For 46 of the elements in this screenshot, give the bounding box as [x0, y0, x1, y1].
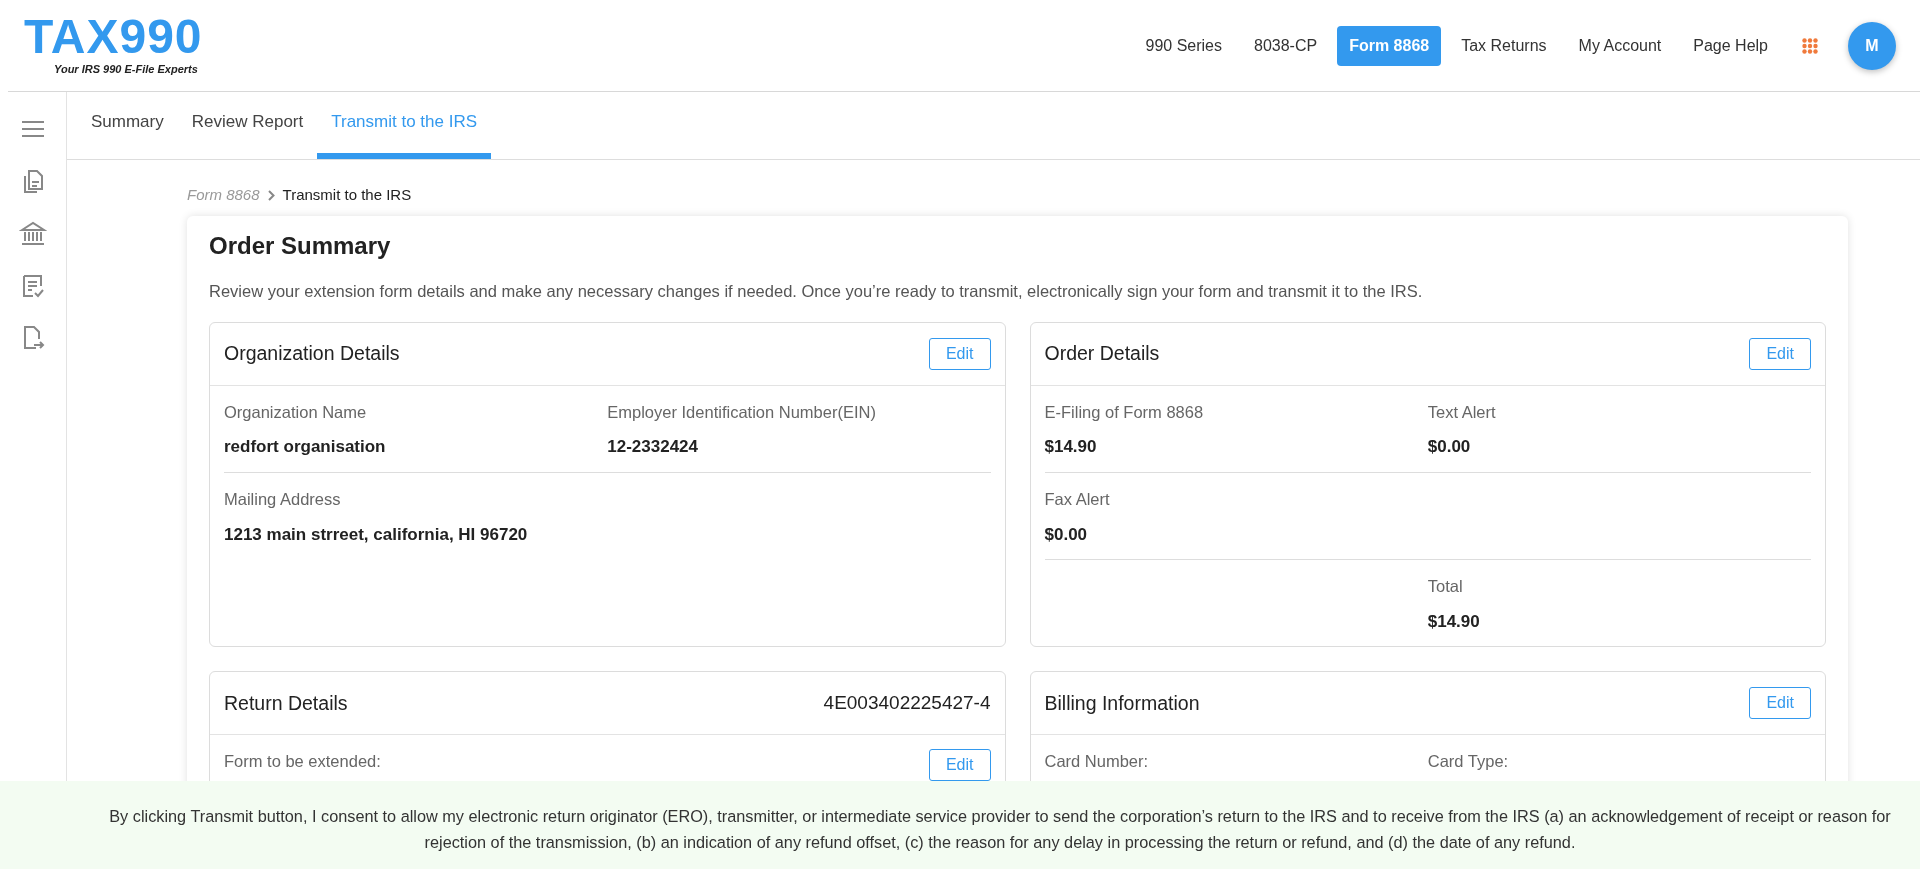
nav-link[interactable]: Form 8868	[1337, 25, 1442, 66]
tab[interactable]: Transmit to the IRS	[317, 91, 492, 159]
field-label: E-Filing of Form 8868	[1044, 401, 1205, 423]
card-title: Billing Information	[1044, 690, 1200, 716]
field-label: Form to be extended:	[224, 751, 381, 773]
avatar[interactable]: M	[1848, 21, 1896, 70]
edit-button[interactable]: Edit	[1749, 687, 1811, 720]
panel-description: Review your extension form details and make any necessary changes if needed. Once you’re ready to transmit, electronically sign your form and transmit it to the IRS.	[209, 280, 1424, 302]
field-label: Organization Name	[224, 401, 368, 423]
card-title: Return Details	[224, 690, 348, 716]
field-value: $14.90	[1044, 436, 1098, 459]
breadcrumb-link[interactable]: Form 8868	[187, 183, 260, 207]
nav-link[interactable]: 8038-CP	[1242, 25, 1330, 66]
field-label: Card Type:	[1427, 751, 1510, 773]
nav-link[interactable]: Tax Returns	[1449, 25, 1559, 66]
nav-link[interactable]: Page Help	[1681, 25, 1780, 66]
logo-tagline: Your IRS 990 E-File Experts	[54, 62, 199, 78]
tab[interactable]: Summary	[77, 91, 178, 159]
chevron-icon	[267, 189, 275, 201]
logo[interactable]: TAX990	[24, 13, 203, 62]
nav-link[interactable]: My Account	[1566, 25, 1674, 66]
field-label: Total	[1427, 576, 1464, 598]
card-title: Order Details	[1044, 340, 1160, 366]
field-value: 12-2332424	[607, 436, 699, 459]
field-label: Card Number:	[1044, 751, 1150, 773]
field-label: Text Alert	[1427, 401, 1497, 423]
field-value: 1213 main strreet, california, HI 96720	[224, 523, 529, 546]
panel-title: Order Summary	[209, 232, 392, 261]
field-label: Fax Alert	[1044, 488, 1111, 510]
field-value: $0.00	[1044, 523, 1089, 546]
apps-grid-icon[interactable]	[1802, 37, 1818, 54]
return-id: 4E003402225427-4	[823, 691, 991, 716]
edit-button[interactable]: Edit	[1749, 337, 1811, 370]
edit-button[interactable]: Edit	[928, 337, 991, 370]
field-label: Mailing Address	[224, 488, 342, 510]
field-value: redfort organisation	[224, 436, 387, 459]
nav-link[interactable]: 990 Series	[1133, 25, 1234, 66]
edit-button[interactable]: Edit	[928, 749, 991, 782]
breadcrumb-current: Transmit to the IRS	[282, 184, 412, 205]
bank-icon[interactable]	[19, 220, 47, 248]
field-label: Employer Identification Number(EIN)	[607, 401, 877, 423]
field-value: $14.90	[1427, 610, 1481, 633]
tab[interactable]: Review Report	[177, 91, 318, 159]
field-value: $0.00	[1427, 436, 1472, 459]
consent-text: By clicking Transmit button, I consent to allow my electronic return originator (ERO), transmitter, or intermediate service provider to send the corporation’s return to the IRS and to receive from the IRS (a) an acknowledgement of receipt or reason for rejection of the transmission, (b) an indication of any refund offset, (c) the reason for any delay in processing the return or refund, and (d) the date of any refund.	[108, 806, 1892, 854]
card-title: Organization Details	[224, 340, 400, 366]
